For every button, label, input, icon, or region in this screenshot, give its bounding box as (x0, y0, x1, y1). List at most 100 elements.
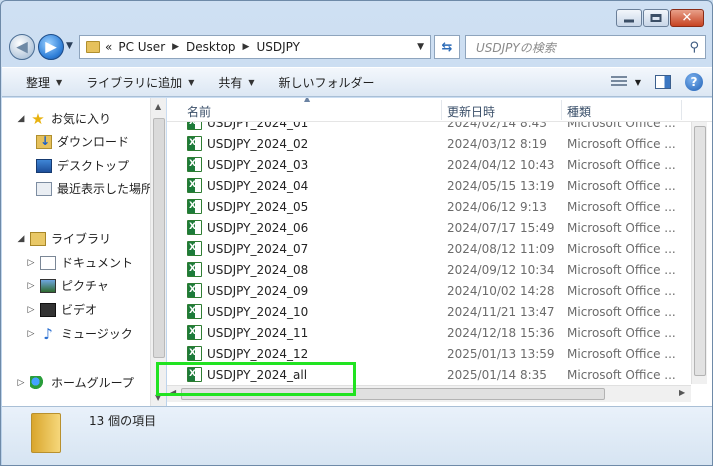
file-row[interactable]: USDJPY_2024_05 2024/06/12 9:13 Microsoft O… (167, 196, 691, 217)
maximize-button[interactable] (643, 9, 669, 27)
breadcrumb-item[interactable]: USDJPY (256, 40, 299, 54)
file-type: Microsoft Office ... (567, 199, 676, 214)
nav-label: ピクチャ (61, 279, 109, 293)
file-row[interactable]: USDJPY_2024_all 2025/01/14 8:35 Microsoft … (167, 364, 691, 384)
file-row[interactable]: USDJPY_2024_09 2024/10/02 14:28 Microsoft … (167, 280, 691, 301)
nav-item-desktop[interactable]: デスクトップ (32, 157, 129, 174)
breadcrumb-item[interactable]: Desktop (186, 40, 236, 54)
view-controls: ▼ ? (610, 73, 703, 91)
expand-icon[interactable]: ▷ (26, 329, 36, 339)
file-date-modified: 2024/04/12 10:43 (447, 157, 555, 172)
file-name: USDJPY_2024_11 (207, 325, 309, 340)
scroll-thumb[interactable] (694, 126, 706, 376)
file-type: Microsoft Office ... (567, 157, 676, 172)
organize-menu[interactable]: 整理 ▼ (26, 74, 62, 91)
pictures-icon (40, 278, 56, 293)
preview-pane-icon[interactable] (655, 75, 671, 89)
nav-scrollbar[interactable]: ▲ ▼ (150, 98, 166, 406)
file-row[interactable]: USDJPY_2024_03 2024/04/12 10:43 Microsoft … (167, 154, 691, 175)
column-date-modified[interactable]: 更新日時 (447, 103, 495, 120)
nav-label: ミュージック (61, 327, 133, 341)
chevron-right-icon[interactable]: ▶ (172, 42, 179, 52)
chevron-right-icon[interactable]: ▶ (243, 42, 250, 52)
column-divider[interactable] (561, 100, 562, 120)
excel-file-icon (187, 178, 202, 193)
scroll-thumb[interactable] (181, 388, 605, 400)
recent-pages-dropdown[interactable]: ▼ (66, 41, 73, 51)
collapse-icon[interactable]: ◢ (16, 114, 26, 124)
file-date-modified: 2024/08/12 11:09 (447, 241, 555, 256)
view-options-button[interactable]: ▼ (610, 76, 641, 88)
collapse-icon[interactable]: ◢ (16, 234, 26, 244)
nav-item-libraries[interactable]: ◢ ライブラリ (16, 230, 111, 247)
help-icon[interactable]: ? (685, 73, 703, 91)
file-row[interactable]: USDJPY_2024_12 2025/01/13 13:59 Microsoft … (167, 343, 691, 364)
details-pane: 13 個の項目 (2, 406, 712, 465)
nav-item-homegroup[interactable]: ▷ ホームグループ (16, 374, 134, 391)
scroll-right-icon[interactable]: ▶ (679, 388, 685, 397)
excel-file-icon (187, 199, 202, 214)
file-list-horizontal-scrollbar[interactable]: ◀ ▶ (167, 385, 691, 402)
expand-icon[interactable]: ▷ (16, 378, 26, 388)
scroll-left-icon[interactable]: ◀ (170, 388, 176, 397)
chevron-down-icon: ▼ (248, 77, 255, 87)
nav-item-downloads[interactable]: ダウンロード (32, 133, 129, 150)
add-to-library-menu[interactable]: ライブラリに追加 ▼ (86, 74, 194, 91)
folder-icon (86, 41, 100, 53)
breadcrumb-item[interactable]: PC User (118, 40, 165, 54)
address-dropdown-icon[interactable]: ▼ (417, 42, 424, 52)
scroll-up-icon[interactable]: ▲ (155, 102, 161, 111)
search-icon[interactable]: ⚲ (689, 40, 699, 55)
scroll-down-icon[interactable]: ▼ (155, 393, 161, 402)
file-row[interactable]: USDJPY_2024_08 2024/09/12 10:34 Microsoft … (167, 259, 691, 280)
new-folder-button[interactable]: 新しいフォルダー (279, 74, 375, 91)
nav-item-documents[interactable]: ▷ ドキュメント (26, 254, 133, 271)
file-date-modified: 2024/09/12 10:34 (447, 262, 555, 277)
file-date-modified: 2024/05/15 13:19 (447, 178, 555, 193)
column-type[interactable]: 種類 (567, 103, 591, 120)
maximize-icon (650, 14, 662, 22)
nav-item-music[interactable]: ▷ ♪ ミュージック (26, 325, 133, 342)
file-name: USDJPY_2024_01 (207, 122, 309, 130)
file-date-modified: 2024/07/17 15:49 (447, 220, 555, 235)
nav-item-pictures[interactable]: ▷ ピクチャ (26, 277, 109, 294)
expand-icon[interactable]: ▷ (26, 281, 36, 291)
share-menu[interactable]: 共有 ▼ (218, 74, 254, 91)
forward-arrow-icon: ▶ (45, 37, 57, 56)
file-name: USDJPY_2024_03 (207, 157, 309, 172)
scroll-thumb[interactable] (153, 118, 165, 358)
file-row[interactable]: USDJPY_2024_02 2024/03/12 8:19 Microsoft O… (167, 133, 691, 154)
file-row[interactable]: USDJPY_2024_07 2024/08/12 11:09 Microsoft … (167, 238, 691, 259)
refresh-button[interactable]: ⇆ (434, 35, 460, 59)
file-row[interactable]: USDJPY_2024_06 2024/07/17 15:49 Microsoft … (167, 217, 691, 238)
nav-item-favorites[interactable]: ◢ ★ お気に入り (16, 110, 111, 127)
nav-item-recent[interactable]: 最近表示した場所 (32, 180, 150, 197)
file-row[interactable]: USDJPY_2024_01 2024/02/14 8:43 Microsoft O… (167, 122, 691, 133)
address-bar[interactable]: « PC User ▶ Desktop ▶ USDJPY ▼ (79, 35, 431, 59)
nav-item-videos[interactable]: ▷ ビデオ (26, 301, 97, 318)
file-list-vertical-scrollbar[interactable] (691, 122, 707, 384)
file-date-modified: 2024/06/12 9:13 (447, 199, 547, 214)
file-row[interactable]: USDJPY_2024_10 2024/11/21 13:47 Microsoft … (167, 301, 691, 322)
file-type: Microsoft Office ... (567, 122, 676, 130)
forward-button[interactable]: ▶ (38, 34, 64, 60)
caption-buttons: ✕ (616, 9, 704, 27)
search-input[interactable]: USDJPYの検索 ⚲ (465, 35, 706, 59)
file-row[interactable]: USDJPY_2024_11 2024/12/18 15:36 Microsoft … (167, 322, 691, 343)
column-divider[interactable] (681, 100, 682, 120)
nav-label: デスクトップ (57, 159, 130, 173)
expand-icon[interactable]: ▷ (26, 258, 36, 268)
minimize-button[interactable] (616, 9, 642, 27)
breadcrumb-overflow[interactable]: « (105, 40, 112, 54)
excel-file-icon (187, 262, 202, 277)
expand-icon[interactable]: ▷ (26, 305, 36, 315)
close-button[interactable]: ✕ (670, 9, 704, 27)
excel-file-icon (187, 122, 202, 130)
file-name: USDJPY_2024_09 (207, 283, 309, 298)
file-row[interactable]: USDJPY_2024_04 2024/05/15 13:19 Microsoft … (167, 175, 691, 196)
column-divider[interactable] (441, 100, 442, 120)
file-date-modified: 2024/11/21 13:47 (447, 304, 555, 319)
column-name[interactable]: 名前 (187, 103, 211, 120)
excel-file-icon (187, 220, 202, 235)
back-button[interactable]: ◀ (9, 34, 35, 60)
